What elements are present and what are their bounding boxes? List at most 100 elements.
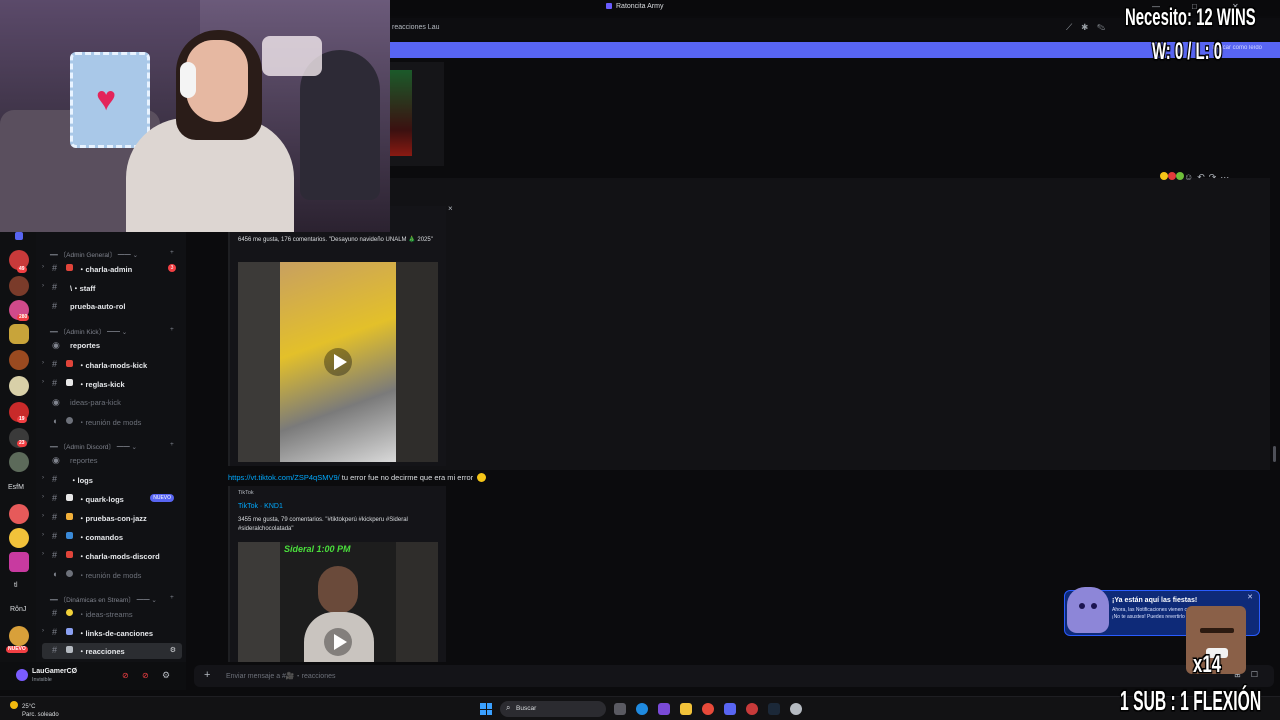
play-icon[interactable] <box>324 348 352 376</box>
add-channel-icon[interactable]: + <box>170 441 174 448</box>
embed-description: 6456 me gusta, 176 comentarios. "Desayun… <box>238 237 433 243</box>
hash-icon: # <box>52 378 58 388</box>
add-reaction-icon[interactable]: ☺ <box>1184 172 1197 182</box>
channel-label: ・charla-mods-kick <box>78 361 148 370</box>
steam-icon[interactable] <box>768 703 780 715</box>
previous-embed-thumbnail[interactable] <box>390 62 444 166</box>
avatar[interactable] <box>16 669 28 681</box>
pin-icon[interactable]: ✎ <box>1097 22 1114 32</box>
add-channel-icon[interactable]: + <box>170 249 174 256</box>
channel-prueba-auto-rol[interactable]: # prueba-auto-rol <box>42 299 182 315</box>
hash-icon: # <box>52 608 58 618</box>
add-channel-icon[interactable]: + <box>170 326 174 333</box>
forward-icon[interactable]: ↷ <box>1209 172 1221 182</box>
category-admin-discord[interactable]: ━━ 〔Admin Discord〕 ━━ ⌄ + <box>50 441 174 451</box>
embed-title[interactable]: TikTok · KND1 <box>238 503 283 510</box>
server-icon[interactable] <box>9 276 29 296</box>
message-input[interactable] <box>226 669 926 683</box>
channel-charla-mods-kick[interactable]: › # ・charla-mods-kick <box>42 357 182 373</box>
discord-icon[interactable] <box>724 703 736 715</box>
meme-brow <box>1200 628 1234 633</box>
channel-label: ・pruebas-con-jazz <box>78 514 147 523</box>
channel-logs[interactable]: › # ・logs <box>42 472 182 488</box>
server-label[interactable]: RônJ <box>10 606 26 613</box>
channel-reportes-discord[interactable]: ◉ reportes <box>42 453 182 469</box>
headset <box>180 62 196 98</box>
category-admin-kick[interactable]: ━━ 〔Admin Kick〕 ━━ ⌄ + <box>50 326 174 336</box>
server-icon[interactable] <box>9 552 29 572</box>
server-icon[interactable] <box>9 626 29 646</box>
channel-ideas-para-kick[interactable]: ◉ ideas-para-kick <box>42 395 182 411</box>
weather-widget[interactable]: 25°C Parc. soleado <box>10 701 59 719</box>
channel-reportes[interactable]: ◉ reportes <box>42 338 182 354</box>
temperature: 25°C <box>22 704 36 710</box>
taskbar-search[interactable]: ⌕ Buscar <box>500 701 606 717</box>
channel-charla-admin[interactable]: › # ・charla-admin 3 <box>42 261 182 277</box>
chevron-right-icon: › <box>42 513 44 519</box>
channel-charla-mods-discord[interactable]: › # ・charla-mods-discord <box>42 548 182 564</box>
channel-pruebas-con-jazz[interactable]: › # ・pruebas-con-jazz <box>42 510 182 526</box>
close-icon[interactable]: ✕ <box>1247 593 1253 601</box>
add-channel-icon[interactable]: + <box>170 594 174 601</box>
channel-reunion-de-mods[interactable]: ◖ ・reunión de mods <box>42 414 182 430</box>
mute-icon[interactable]: ✱ <box>1081 22 1097 32</box>
category-admin-general[interactable]: ━━ 〔Admin General〕 ━━ ⌄ + <box>50 249 174 259</box>
message-link[interactable]: https://vt.tiktok.com/ZSP4qSMV9/ <box>228 473 340 482</box>
task-view-icon[interactable] <box>614 703 626 715</box>
leaf-reaction-icon[interactable] <box>1176 172 1184 180</box>
user-settings-icon[interactable]: ⚙ <box>162 670 170 681</box>
threads-icon[interactable]: ⟋ <box>1066 22 1081 32</box>
home-icon[interactable] <box>15 232 23 240</box>
server-icon <box>606 3 612 9</box>
server-icon[interactable] <box>9 504 29 524</box>
emoji-reaction-icon[interactable] <box>1160 172 1168 180</box>
video-player[interactable] <box>238 262 438 462</box>
windows-start-icon[interactable] <box>480 703 492 715</box>
new-messages-banner[interactable]: Marcar como leído <box>390 42 1280 58</box>
username[interactable]: LauGamerCØ <box>32 668 77 675</box>
document-icon <box>66 379 73 386</box>
server-label[interactable]: tl <box>14 582 18 589</box>
server-label[interactable]: EsfM <box>8 484 24 491</box>
file-explorer-icon[interactable] <box>680 703 692 715</box>
category-dinamicas[interactable]: ━━ 〔Dinámicas en Stream〕 ━━ ⌄ + <box>50 594 174 604</box>
channel-reacciones[interactable]: # ・reacciones ⚙ <box>42 643 182 659</box>
mic-muted-icon[interactable]: ⊘ <box>122 671 129 680</box>
reply-icon[interactable]: ↶ <box>1197 172 1209 182</box>
edge-icon[interactable] <box>636 703 648 715</box>
channel-comandos[interactable]: › # ・comandos <box>42 529 182 545</box>
hash-icon: # <box>52 359 58 369</box>
chat-scrollbar[interactable] <box>1273 446 1276 462</box>
chrome-icon[interactable] <box>702 703 714 715</box>
play-icon[interactable] <box>324 628 352 656</box>
server-icon[interactable] <box>9 324 29 344</box>
headphones-muted-icon[interactable]: ⊘ <box>142 671 149 680</box>
chevron-right-icon: › <box>42 283 44 289</box>
category-label: ━━ 〔Admin General〕 ━━ ⌄ <box>50 252 139 259</box>
channel-reunion-de-mods-2[interactable]: ◖ ・reunión de mods <box>42 567 182 583</box>
channel-ideas-streams[interactable]: # ・ideas-streams <box>42 606 182 622</box>
more-icon[interactable]: ⋯ <box>1220 172 1233 182</box>
video-player[interactable]: Sideral 1:00 PM <box>238 542 438 662</box>
remove-embed-icon[interactable]: × <box>448 204 453 213</box>
channel-label: ・links-de-canciones <box>78 629 154 638</box>
sticker-icon[interactable]: ☐ <box>1251 670 1268 679</box>
emoji-icon <box>66 264 73 271</box>
server-icon[interactable] <box>9 528 29 548</box>
mascot-eye <box>1079 603 1085 609</box>
sub-pushup-overlay: 1 SUB : 1 FLEXIÓN <box>1120 685 1262 716</box>
server-icon[interactable] <box>9 376 29 396</box>
copilot-icon[interactable] <box>658 703 670 715</box>
server-icon[interactable] <box>9 350 29 370</box>
app-icon[interactable] <box>790 703 802 715</box>
channel-links-de-canciones[interactable]: › # ・links-de-canciones <box>42 625 182 641</box>
channel-settings-icon[interactable]: ⚙ <box>170 646 176 654</box>
channel-staff[interactable]: › # \・staff <box>42 280 182 296</box>
channel-quark-logs[interactable]: › # ・quark-logs NUEVO <box>42 491 182 507</box>
obs-icon[interactable] <box>746 703 758 715</box>
server-icon[interactable] <box>9 452 29 472</box>
attach-icon[interactable]: + <box>204 669 210 681</box>
channel-reglas-kick[interactable]: › # ・reglas-kick <box>42 376 182 392</box>
thumbnail-face <box>318 566 358 614</box>
heart-reaction-icon[interactable] <box>1168 172 1176 180</box>
